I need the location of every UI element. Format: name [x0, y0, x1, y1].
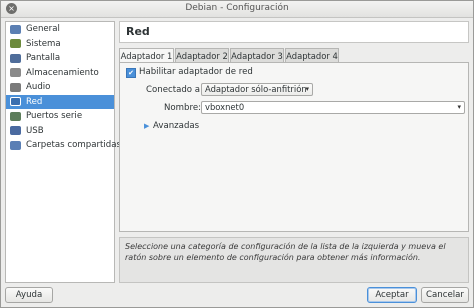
sidebar-item-serial-ports[interactable]: Puertos serie — [6, 109, 114, 124]
attached-to-select[interactable]: Adaptador sólo-anfitrión ▾ — [201, 83, 313, 96]
accept-button[interactable]: Aceptar — [367, 287, 417, 303]
tab-adapter-1[interactable]: Adaptador 1 — [119, 48, 174, 63]
adapter-panel: ✔ Habilitar adaptador de red Conectado a… — [119, 62, 469, 232]
chevron-down-icon: ▾ — [457, 103, 461, 111]
sidebar-item-audio[interactable]: Audio — [6, 80, 114, 95]
sidebar-item-network[interactable]: Red — [6, 94, 114, 109]
attached-to-value: Adaptador sólo-anfitrión — [205, 84, 307, 94]
tab-adapter-2[interactable]: Adaptador 2 — [175, 48, 229, 62]
audio-icon — [10, 82, 21, 92]
enable-adapter-checkbox[interactable]: ✔ — [126, 68, 136, 78]
sidebar-item-system[interactable]: Sistema — [6, 37, 114, 52]
help-button[interactable]: Ayuda — [5, 287, 53, 303]
enable-adapter-label[interactable]: Habilitar adaptador de red — [139, 67, 253, 77]
window-title: Debian - Configuración — [185, 3, 289, 13]
sidebar-item-label: General — [26, 24, 60, 34]
sidebar-item-label: Pantalla — [26, 53, 61, 63]
sidebar-item-label: Sistema — [26, 38, 61, 49]
sidebar-item-label: Puertos serie — [26, 111, 83, 121]
name-label: Nombre: — [164, 103, 202, 113]
page-title: Red — [126, 25, 150, 38]
settings-window: × Debian - Configuración General Sistema… — [0, 0, 474, 308]
attached-to-label: Conectado a: — [146, 85, 203, 95]
expand-triangle-icon[interactable]: ▶ — [144, 122, 149, 130]
sidebar-item-label: Audio — [26, 82, 51, 92]
sidebar-item-label: Red — [26, 96, 43, 107]
sidebar-item-display[interactable]: Pantalla — [6, 51, 114, 66]
sidebar-item-label: USB — [26, 125, 44, 136]
sidebar-item-label: Almacenamiento — [26, 67, 99, 78]
advanced-toggle[interactable]: Avanzadas — [153, 121, 199, 131]
tab-adapter-3[interactable]: Adaptador 3 — [230, 48, 284, 62]
storage-icon — [10, 68, 21, 77]
sidebar-item-usb[interactable]: USB — [6, 124, 114, 139]
general-icon — [10, 24, 21, 34]
section-header: Red — [119, 21, 469, 43]
tab-adapter-4[interactable]: Adaptador 4 — [285, 48, 339, 62]
sidebar-item-shared-folders[interactable]: Carpetas compartidas — [6, 138, 121, 153]
sidebar-item-storage[interactable]: Almacenamiento — [6, 66, 114, 81]
usb-icon — [10, 126, 21, 135]
system-icon — [10, 39, 21, 48]
sidebar-item-label: Carpetas compartidas — [26, 140, 121, 150]
sidebar-item-general[interactable]: General — [6, 22, 114, 37]
category-list: General Sistema Pantalla Almacenamiento … — [5, 21, 121, 283]
adapter-name-select[interactable]: vboxnet0 ▾ — [201, 101, 465, 114]
cancel-button[interactable]: Cancelar — [421, 287, 469, 303]
serial-ports-icon — [10, 111, 21, 121]
shared-folders-icon — [10, 140, 21, 150]
info-text: Seleccione una categoría de configuració… — [119, 237, 469, 283]
adapter-name-value: vboxnet0 — [205, 102, 245, 112]
network-icon — [10, 97, 21, 106]
chevron-down-icon: ▾ — [305, 85, 309, 93]
title-bar[interactable]: × Debian - Configuración — [1, 1, 473, 18]
display-icon — [10, 53, 21, 63]
